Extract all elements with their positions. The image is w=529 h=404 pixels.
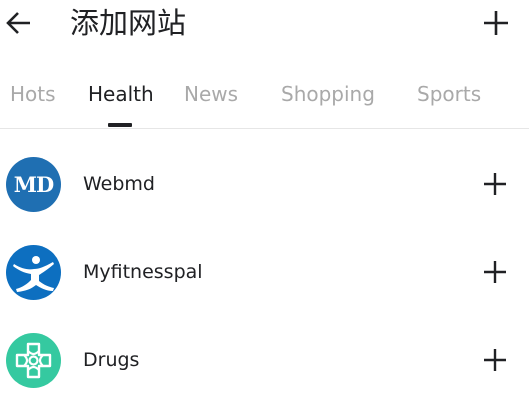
myfitnesspal-logo (6, 245, 61, 300)
tab-sports[interactable]: Sports (417, 80, 481, 108)
drugs-logo (6, 333, 61, 388)
add-drugs-button[interactable] (479, 344, 511, 376)
app-header: 添加网站 (0, 0, 529, 50)
page-title: 添加网站 (70, 6, 187, 40)
site-row-webmd[interactable]: MD Webmd (0, 140, 529, 228)
cross-icon (15, 342, 52, 379)
category-tabs: Hots Health News Shopping Sports (0, 70, 529, 129)
webmd-logo: MD (6, 157, 61, 212)
webmd-logo-text: MD (13, 172, 54, 197)
site-row-drugs[interactable]: Drugs (0, 316, 529, 404)
add-webmd-button[interactable] (479, 168, 511, 200)
add-site-button[interactable] (478, 5, 514, 41)
add-myfitnesspal-button[interactable] (479, 256, 511, 288)
tab-hots[interactable]: Hots (10, 80, 56, 108)
site-name: Myfitnesspal (83, 261, 203, 283)
site-row-myfitnesspal[interactable]: Myfitnesspal (0, 228, 529, 316)
arrow-left-icon (6, 12, 30, 34)
back-button[interactable] (2, 6, 36, 40)
tab-news[interactable]: News (184, 80, 238, 108)
plus-icon (484, 11, 508, 35)
site-name: Webmd (83, 173, 155, 195)
tab-health[interactable]: Health (88, 80, 154, 108)
plus-icon (484, 349, 506, 371)
tab-shopping[interactable]: Shopping (281, 80, 375, 108)
plus-icon (484, 261, 506, 283)
plus-icon (484, 173, 506, 195)
runner-icon (13, 256, 54, 292)
active-tab-indicator (108, 123, 132, 127)
site-name: Drugs (83, 349, 140, 371)
